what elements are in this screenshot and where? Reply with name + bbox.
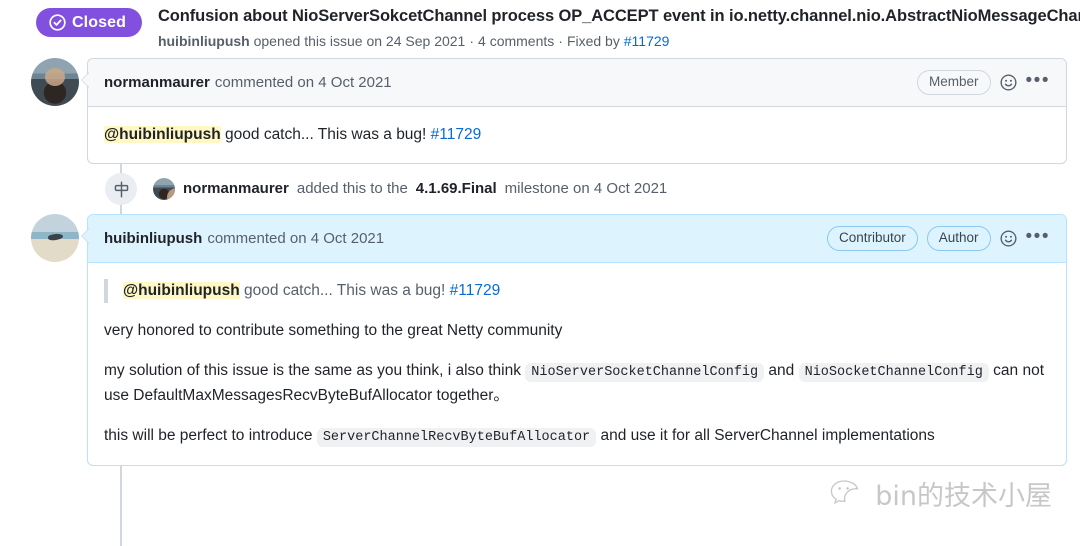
github-issue-page: Closed Confusion about NioServerSokcetCh… — [0, 0, 1080, 546]
comment-menu-button[interactable]: ••• — [1026, 71, 1050, 90]
comment-author[interactable]: normanmaurer — [104, 74, 210, 92]
avatar[interactable] — [31, 58, 79, 106]
smiley-icon[interactable] — [1000, 74, 1017, 91]
issue-link[interactable]: #11729 — [431, 126, 482, 143]
comment-author[interactable]: huibinliupush — [104, 230, 202, 248]
timeline-event-text: normanmaurer added this to the 4.1.69.Fi… — [153, 178, 668, 201]
page-title: Confusion about NioServerSokcetChannel p… — [157, 7, 1080, 25]
issue-timeline: normanmaurer commented on 4 Oct 2021 Mem… — [0, 58, 1080, 546]
comment-huibinliupush: huibinliupush commented on 4 Oct 2021 Co… — [0, 214, 1080, 467]
comment-box: huibinliupush commented on 4 Oct 2021 Co… — [87, 214, 1067, 467]
comment-text: good catch... This was a bug! — [220, 126, 431, 144]
inline-code: NioSocketChannelConfig — [798, 363, 989, 383]
check-circle-icon — [49, 14, 66, 31]
status-badge-label: Closed — [72, 13, 126, 31]
comment-box: normanmaurer commented on 4 Oct 2021 Mem… — [87, 58, 1067, 165]
avatar[interactable] — [153, 178, 175, 201]
user-mention[interactable]: @huibinliupush — [104, 126, 221, 144]
role-badge-author: Author — [926, 226, 991, 252]
milestone-name[interactable]: 4.1.69.Final — [416, 179, 497, 199]
avatar[interactable] — [31, 214, 79, 263]
blockquote-text: good catch... This was a bug! — [239, 282, 450, 300]
role-badge-member: Member — [917, 70, 991, 96]
user-mention[interactable]: @huibinliupush — [123, 282, 240, 300]
issue-comment-count: 4 comments — [478, 32, 555, 49]
comment-timestamp: commented on 4 Oct 2021 — [214, 73, 392, 91]
comment-normanmaurer: normanmaurer commented on 4 Oct 2021 Mem… — [0, 58, 1080, 165]
watermark-text: bin的技术小屋 — [875, 481, 1052, 512]
comment-paragraph: this will be perfect to introduce Server… — [104, 424, 1050, 449]
comment-paragraph: very honored to contribute something to … — [104, 322, 563, 340]
comment-timestamp: commented on 4 Oct 2021 — [207, 229, 385, 247]
issue-meta: huibinliupush opened this issue on 24 Se… — [157, 32, 670, 49]
event-action-before: added this to the — [296, 180, 408, 198]
paragraph-text: this will be perfect to introduce — [104, 427, 317, 445]
issue-header: Closed Confusion about NioServerSokcetCh… — [0, 0, 1080, 51]
comment-body: @huibinliupush good catch... This was a … — [88, 107, 1066, 163]
paragraph-text: my solution of this issue is the same as… — [104, 362, 526, 380]
comment-paragraph: @huibinliupush good catch... This was a … — [104, 123, 1050, 147]
event-action-after: milestone on 4 Oct 2021 — [504, 180, 668, 198]
smiley-icon[interactable] — [1000, 230, 1017, 247]
comment-paragraph: my solution of this issue is the same as… — [104, 359, 1050, 408]
wechat-icon — [829, 478, 869, 515]
comment-body: @huibinliupush good catch... This was a … — [88, 263, 1066, 465]
comment-header: huibinliupush commented on 4 Oct 2021 Co… — [88, 215, 1066, 264]
comment-menu-button[interactable]: ••• — [1026, 227, 1050, 246]
status-badge: Closed — [36, 8, 142, 37]
fixed-by-link[interactable]: #11729 — [624, 33, 670, 49]
inline-code: NioServerSocketChannelConfig — [525, 363, 765, 383]
blockquote-paragraph: @huibinliupush good catch... This was a … — [123, 279, 1050, 303]
issue-opened-text: opened this issue on 24 Sep 2021 — [253, 32, 466, 49]
paragraph-text: and use it for all ServerChannel impleme… — [596, 427, 935, 445]
issue-author[interactable]: huibinliupush — [158, 33, 250, 49]
event-actor[interactable]: normanmaurer — [183, 179, 289, 199]
timeline-event-milestone: normanmaurer added this to the 4.1.69.Fi… — [105, 164, 1080, 214]
paragraph-text: and — [764, 362, 799, 380]
role-badge-contributor: Contributor — [826, 226, 918, 252]
comment-blockquote: @huibinliupush good catch... This was a … — [104, 279, 1050, 304]
issue-title-block: Confusion about NioServerSokcetChannel p… — [158, 4, 1080, 51]
inline-code: ServerChannelRecvByteBufAllocator — [316, 428, 597, 448]
issue-link[interactable]: #11729 — [450, 282, 501, 299]
watermark: bin的技术小屋 — [829, 478, 1052, 515]
issue-fixed-by-text: Fixed by — [566, 32, 620, 49]
milestone-icon — [105, 173, 137, 206]
comment-header: normanmaurer commented on 4 Oct 2021 Mem… — [88, 59, 1066, 108]
